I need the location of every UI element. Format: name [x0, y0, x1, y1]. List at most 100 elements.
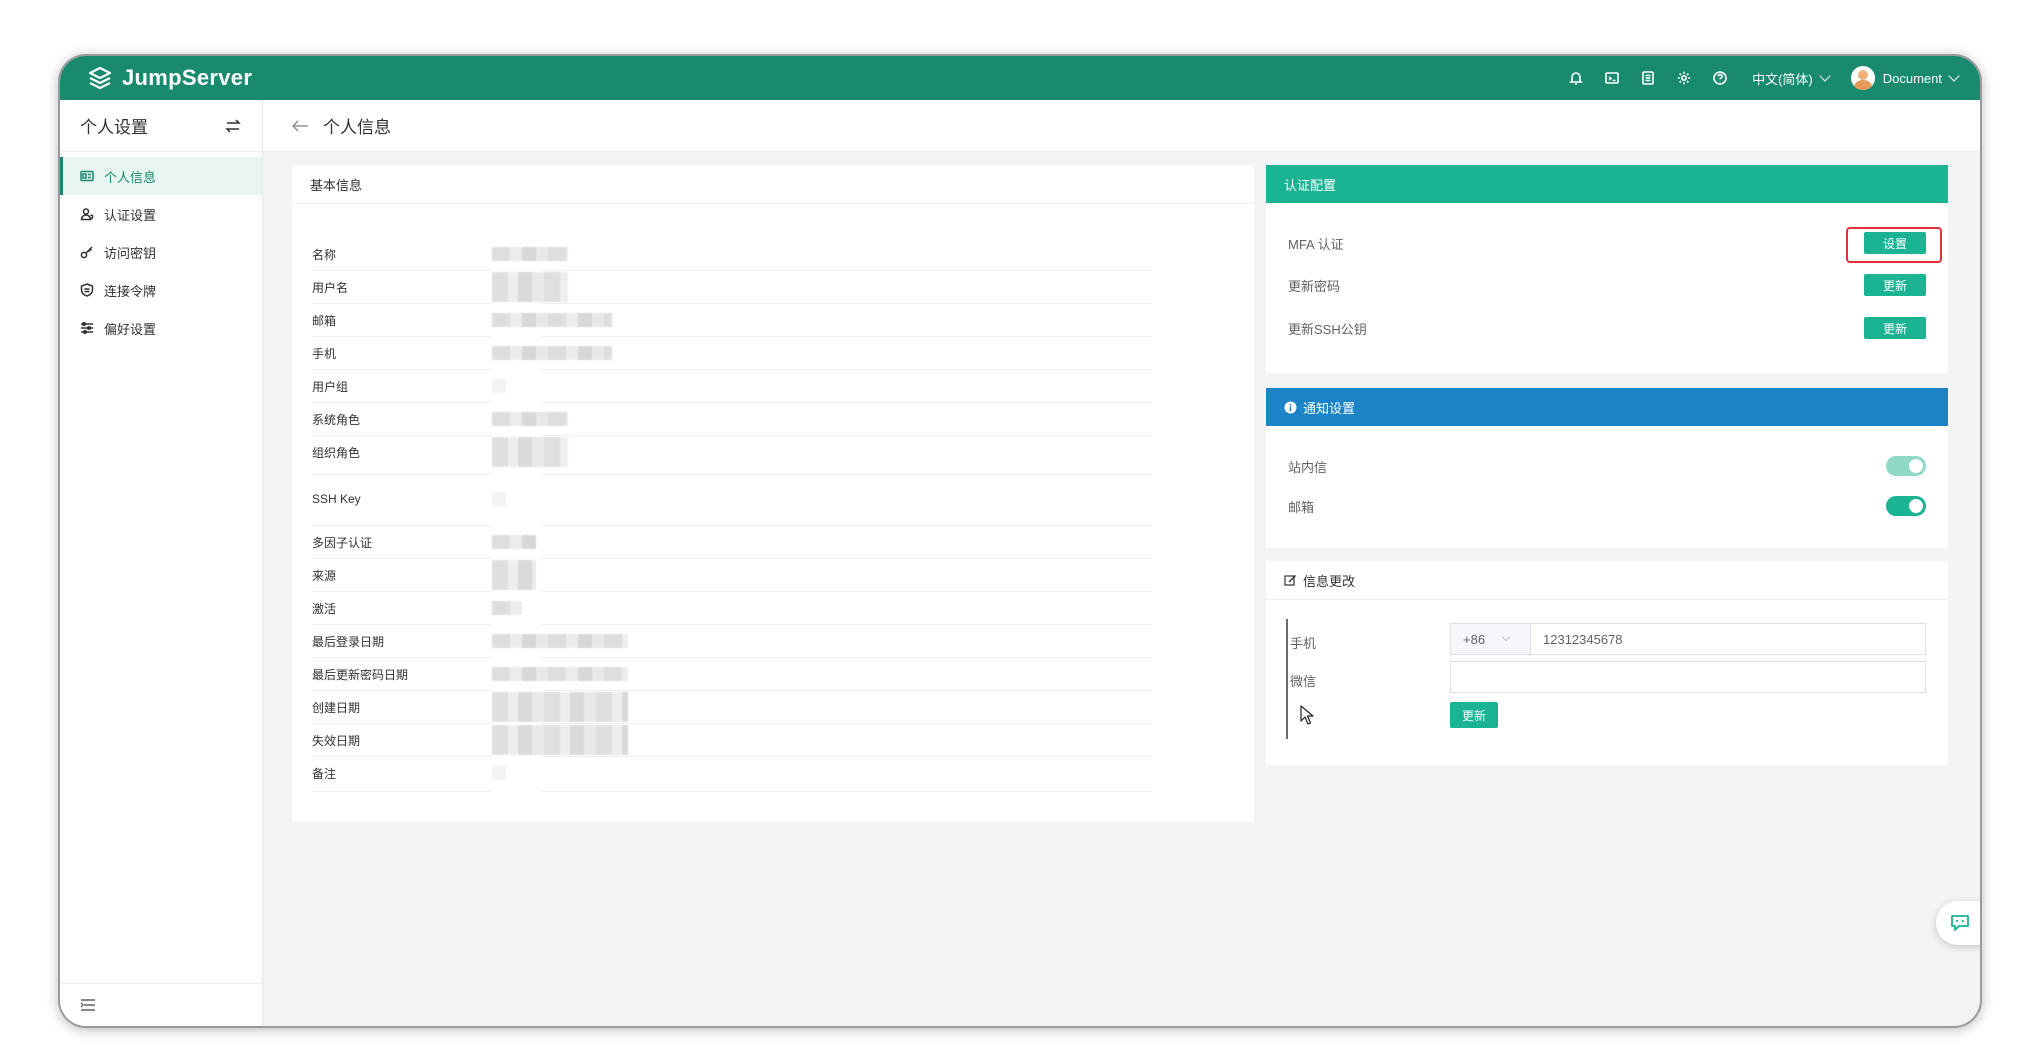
info-row-phone: 手机 [312, 337, 1167, 369]
notify-settings-title: 通知设置 [1303, 400, 1356, 416]
mfa-label: MFA 认证 [1288, 236, 1344, 252]
chat-bubble-icon [1951, 915, 1969, 931]
sidebar-item-label: 个人信息 [104, 169, 157, 185]
avatar [1850, 66, 1875, 90]
redacted-value [492, 379, 506, 393]
redacted-value [492, 412, 568, 426]
info-label: 失效日期 [312, 733, 361, 748]
info-change-header: 信息更改 [1266, 561, 1948, 600]
submit-update-button[interactable]: 更新 [1450, 702, 1498, 728]
help-icon[interactable] [1702, 60, 1738, 96]
info-row-mfa: 多因子认证 [312, 526, 1167, 558]
notify-row-email: 邮箱 [1288, 490, 1926, 522]
country-code-select[interactable]: +86 [1451, 624, 1531, 654]
info-row-last-login: 最后登录日期 [312, 625, 1167, 657]
sidebar-item-label: 认证设置 [104, 207, 157, 223]
update-password-row: 更新密码 更新 [1288, 269, 1926, 301]
sidebar-item-auth-settings[interactable]: 认证设置 [60, 195, 262, 233]
wechat-input[interactable] [1450, 661, 1926, 693]
redacted-value [492, 346, 612, 360]
notify-settings-card: 通知设置 站内信 邮箱 [1266, 388, 1948, 548]
redacted-value [492, 725, 628, 755]
update-ssh-label: 更新SSH公钥 [1288, 321, 1367, 337]
info-label: 邮箱 [312, 313, 337, 328]
basic-info-card: 基本信息 名称 用户名 邮箱 手机 用户组 系统角色 组织角色 SSH Key … [292, 165, 1254, 822]
sidebar-item-profile[interactable]: 个人信息 [60, 157, 262, 195]
info-label: 名称 [312, 247, 337, 262]
info-label: 系统角色 [312, 412, 361, 427]
basic-info-title: 基本信息 [292, 165, 1254, 204]
sidebar-collapse-button[interactable] [60, 983, 262, 1026]
sidebar-item-connection-token[interactable]: 连接令牌 [60, 271, 262, 309]
sidebar: 个人设置 个人信息 认证设置 访问密钥 连接令牌 偏好设置 [60, 100, 263, 1026]
redacted-value [492, 535, 536, 549]
info-row-active: 激活 [312, 592, 1167, 624]
update-ssh-row: 更新SSH公钥 更新 [1288, 312, 1926, 344]
sidebar-header: 个人设置 [60, 100, 262, 152]
sidebar-item-preferences[interactable]: 偏好设置 [60, 309, 262, 347]
switch-view-icon[interactable] [224, 117, 242, 135]
id-card-icon [80, 169, 94, 183]
mouse-cursor-icon [1300, 705, 1314, 725]
info-label: 手机 [312, 346, 337, 361]
country-code-value: +86 [1463, 631, 1486, 647]
info-row-groups: 用户组 [312, 370, 1167, 402]
sidebar-item-access-key[interactable]: 访问密钥 [60, 233, 262, 271]
redacted-value [492, 492, 506, 506]
auth-config-title: 认证配置 [1266, 165, 1948, 203]
redacted-value [492, 634, 628, 648]
sidebar-item-label: 访问密钥 [104, 245, 157, 261]
auth-config-card: 认证配置 MFA 认证 设置 更新密码 更新 更新SSH公钥 更新 [1266, 165, 1948, 373]
terminal-icon[interactable] [1594, 60, 1630, 96]
info-row-system-role: 系统角色 [312, 403, 1167, 435]
phone-value: 12312345678 [1543, 631, 1623, 647]
update-ssh-button[interactable]: 更新 [1864, 317, 1926, 339]
redacted-value [492, 437, 568, 467]
info-row-ssh-key: SSH Key [312, 481, 1167, 517]
mfa-row: MFA 认证 设置 [1288, 227, 1926, 259]
phone-input[interactable]: +86 12312345678 [1450, 623, 1926, 655]
brand-logo[interactable]: JumpServer [86, 64, 252, 92]
jumpserver-logo-icon [88, 66, 112, 90]
redacted-value [492, 766, 506, 780]
info-label: 最后登录日期 [312, 634, 385, 649]
user-shield-icon [80, 207, 94, 221]
sidebar-title: 个人设置 [80, 118, 148, 137]
info-label: 备注 [312, 766, 337, 781]
sidebar-item-label: 连接令牌 [104, 283, 157, 299]
notify-site-label: 站内信 [1288, 459, 1328, 475]
document-icon[interactable] [1630, 60, 1666, 96]
notify-row-site: 站内信 [1288, 450, 1926, 482]
redacted-value [492, 313, 612, 327]
info-change-card: 信息更改 手机 +86 12312345678 微信 更新 [1266, 561, 1948, 765]
language-dropdown[interactable]: 中文(简体) [1752, 69, 1831, 88]
notify-email-label: 邮箱 [1288, 499, 1315, 515]
app-window: JumpServer 中文(简体) Document 个人设置 个人信息 认证设… [60, 56, 1980, 1026]
update-password-button[interactable]: 更新 [1864, 274, 1926, 296]
top-navbar: JumpServer 中文(简体) Document [60, 56, 1980, 100]
info-label: 来源 [312, 568, 337, 583]
gear-icon[interactable] [1666, 60, 1702, 96]
bell-icon[interactable] [1558, 60, 1594, 96]
notify-email-toggle[interactable] [1886, 496, 1926, 516]
brand-name: JumpServer [122, 65, 253, 90]
info-label: 多因子认证 [312, 535, 373, 550]
redacted-value [492, 560, 536, 590]
redacted-value [492, 692, 628, 722]
language-label: 中文(简体) [1752, 71, 1813, 87]
redacted-value [492, 247, 568, 261]
info-row-source: 来源 [312, 559, 1167, 591]
notify-site-toggle[interactable] [1886, 456, 1926, 476]
info-row-org-role: 组织角色 [312, 436, 1167, 468]
info-row-expires: 失效日期 [312, 724, 1167, 756]
chat-assistant-button[interactable] [1936, 901, 1980, 945]
notify-settings-header: 通知设置 [1266, 388, 1948, 426]
user-menu[interactable]: Document [1850, 66, 1960, 90]
info-row-email: 邮箱 [312, 304, 1167, 336]
info-row-comment: 备注 [312, 757, 1167, 789]
key-icon [80, 245, 94, 259]
back-arrow-icon[interactable] [291, 119, 309, 133]
redacted-value [492, 667, 628, 681]
info-label: 创建日期 [312, 700, 361, 715]
chevron-down-icon [1501, 632, 1511, 642]
